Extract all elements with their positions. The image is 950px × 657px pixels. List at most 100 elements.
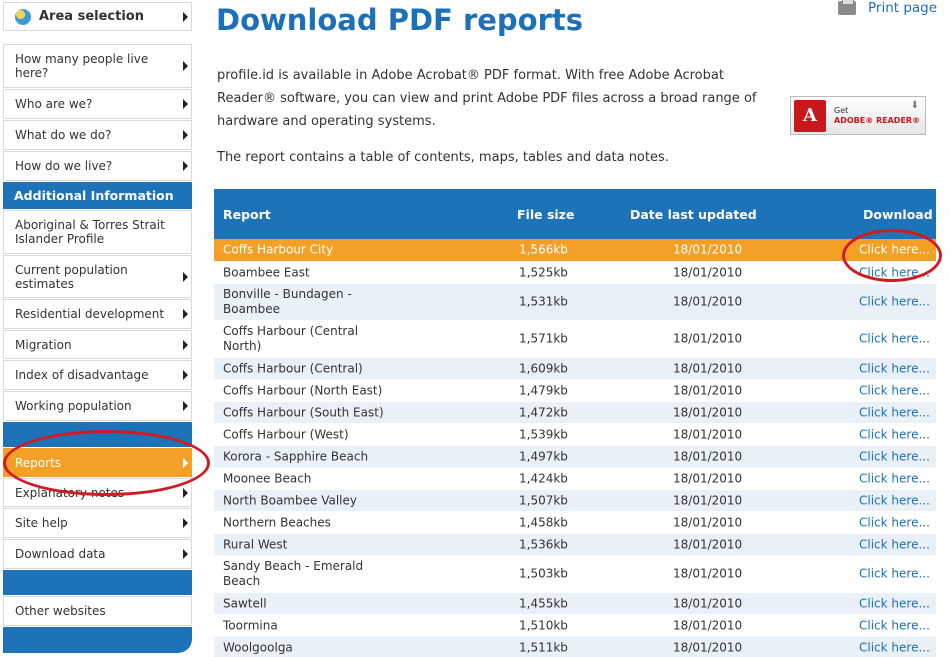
table-row: Northern Beaches 1,458kb 18/01/2010 Click h… [214, 512, 936, 534]
table-row: Toormina 1,510kb 18/01/2010 Click here... [214, 615, 936, 637]
table-row: North Boambee Valley 1,507kb 18/01/2010 Cli… [214, 490, 936, 512]
reports-table: Report File size Date last updated Downl… [214, 189, 936, 657]
file-size-cell: 1,536kb [519, 537, 568, 551]
sidebar-item-how-do-we-live[interactable]: How do we live? [3, 151, 192, 181]
sidebar-divider [3, 570, 192, 595]
table-body: Coffs Harbour City 1,566kb 18/01/2010 Click… [214, 239, 936, 657]
report-name-cell: Korora - Sapphire Beach [223, 449, 369, 463]
additional-information-header: Additional Information [3, 182, 192, 209]
file-size-cell: 1,455kb [519, 596, 568, 610]
file-size-cell: 1,472kb [519, 405, 568, 419]
table-row: Moonee Beach 1,424kb 18/01/2010 Click here.… [214, 468, 936, 490]
download-link[interactable]: Click here... [859, 332, 930, 347]
date-updated-cell: 18/01/2010 [673, 405, 743, 419]
page-title: Download PDF reports [216, 3, 584, 37]
chevron-right-icon [183, 130, 188, 140]
download-link[interactable]: Click here... [859, 471, 930, 486]
download-link[interactable]: Click here... [859, 640, 930, 655]
report-name-cell: Coffs Harbour City [223, 242, 334, 257]
table-row: Coffs Harbour (West) 1,539kb 18/01/2010 Cli… [214, 424, 936, 446]
download-link[interactable]: Click here... [859, 618, 930, 633]
date-updated-cell: 18/01/2010 [673, 265, 743, 279]
sidebar-item-what-do-we-do[interactable]: What do we do? [3, 120, 192, 150]
report-name-cell: Coffs Harbour (Central) [223, 361, 363, 375]
get-adobe-reader-button[interactable]: Get ADOBE® READER® ⬇ [790, 96, 926, 135]
print-page-link[interactable]: Print page [838, 0, 937, 16]
print-page-label: Print page [868, 0, 938, 16]
download-link[interactable]: Click here... [859, 596, 930, 611]
sidebar-item-label: Current population estimates [15, 262, 128, 291]
date-updated-cell: 18/01/2010 [673, 449, 743, 463]
report-name-cell: Bonville - Bundagen - Boambee [223, 287, 352, 316]
download-link[interactable]: Click here... [859, 427, 930, 442]
file-size-cell: 1,507kb [519, 493, 568, 507]
sidebar-item-who-are-we[interactable]: Who are we? [3, 89, 192, 119]
sidebar-item-population-estimates[interactable]: Current population estimates [3, 255, 192, 298]
annotation-ellipse-download [842, 229, 942, 282]
download-link[interactable]: Click here... [859, 361, 930, 376]
date-updated-cell: 18/01/2010 [673, 471, 743, 485]
table-row: Boambee East 1,525kb 18/01/2010 Click here.… [214, 262, 936, 284]
sidebar-item-other-websites[interactable]: Other websites [3, 596, 192, 626]
area-selection-label: Area selection [39, 8, 144, 24]
download-link[interactable]: Click here... [859, 493, 930, 508]
globe-icon [15, 8, 31, 25]
date-updated-cell: 18/01/2010 [673, 493, 743, 507]
adobe-badge-text: Get ADOBE® READER® [834, 106, 920, 126]
sidebar-item-label: What do we do? [15, 128, 112, 142]
report-name-cell: Coffs Harbour (Central North) [223, 324, 359, 353]
sidebar-item-label: Migration [15, 337, 72, 352]
sidebar-item-aboriginal-profile[interactable]: Aboriginal & Torres Strait Islander Prof… [3, 210, 192, 254]
sidebar-item-download-data[interactable]: Download data [3, 539, 192, 569]
report-name-cell: North Boambee Valley [223, 493, 357, 507]
download-link[interactable]: Click here... [859, 449, 930, 464]
download-link[interactable]: Click here... [859, 515, 930, 530]
table-row: Coffs Harbour (Central) 1,609kb 18/01/2010… [214, 358, 936, 380]
chevron-right-icon [183, 271, 188, 282]
table-row: Sawtell 1,455kb 18/01/2010 Click here... [214, 593, 936, 615]
chevron-right-icon [183, 518, 188, 528]
date-updated-cell: 18/01/2010 [673, 618, 743, 632]
report-name-cell: Sandy Beach - Emerald Beach [223, 559, 364, 588]
chevron-right-icon [183, 487, 188, 498]
sidebar-item-label: Working population [15, 399, 132, 413]
sidebar-item-working-population[interactable]: Working population [3, 391, 192, 421]
download-link[interactable]: Click here... [859, 405, 930, 420]
date-updated-cell: 18/01/2010 [673, 331, 743, 346]
table-row: Bonville - Bundagen - Boambee 1,531kb 18/0… [214, 284, 936, 321]
chevron-right-icon [183, 370, 188, 380]
intro-paragraph: profile.id is available in Adobe Acrobat… [217, 68, 757, 129]
sidebar-item-label: Download data [15, 547, 106, 561]
download-link[interactable]: Click here... [859, 295, 930, 310]
area-selection-button[interactable]: Area selection [3, 2, 192, 31]
chevron-right-icon [183, 11, 188, 22]
file-size-cell: 1,511kb [519, 640, 568, 654]
download-link[interactable]: Click here... [859, 537, 930, 552]
report-name-cell: Rural West [223, 537, 288, 551]
table-row: Coffs Harbour (North East) 1,479kb 18/01/2… [214, 380, 936, 402]
date-updated-cell: 18/01/2010 [673, 537, 743, 551]
download-link[interactable]: Click here... [859, 567, 930, 582]
table-row: Coffs Harbour (Central North) 1,571kb 18/0… [214, 321, 936, 358]
sidebar-item-index-of-disadvantage[interactable]: Index of disadvantage [3, 360, 192, 390]
chevron-right-icon [183, 99, 188, 109]
sidebar-item-label: How do we live? [15, 159, 113, 173]
table-row: Coffs Harbour (South East) 1,472kb 18/01/2… [214, 402, 936, 424]
sidebar-item-residential-development[interactable]: Residential development [3, 299, 192, 329]
date-updated-cell: 18/01/2010 [673, 383, 743, 397]
header-download: Download [863, 207, 933, 222]
header-report: Report [223, 207, 271, 222]
report-name-cell: Sawtell [223, 596, 267, 610]
report-name-cell: Woolgoolga [223, 640, 293, 654]
sidebar: Area selection How many people live here… [0, 0, 210, 657]
sidebar-item-migration[interactable]: Migration [3, 330, 192, 359]
sidebar-item-how-many-people[interactable]: How many people live here? [3, 44, 192, 88]
chevron-right-icon [183, 161, 188, 171]
sidebar-item-label: Who are we? [15, 97, 93, 111]
download-link[interactable]: Click here... [859, 383, 930, 398]
header-file-size: File size [517, 207, 575, 222]
intro-note: The report contains a table of contents,… [217, 150, 669, 165]
sidebar-item-site-help[interactable]: Site help [3, 508, 192, 538]
chevron-right-icon [183, 401, 188, 411]
date-updated-cell: 18/01/2010 [673, 294, 743, 309]
